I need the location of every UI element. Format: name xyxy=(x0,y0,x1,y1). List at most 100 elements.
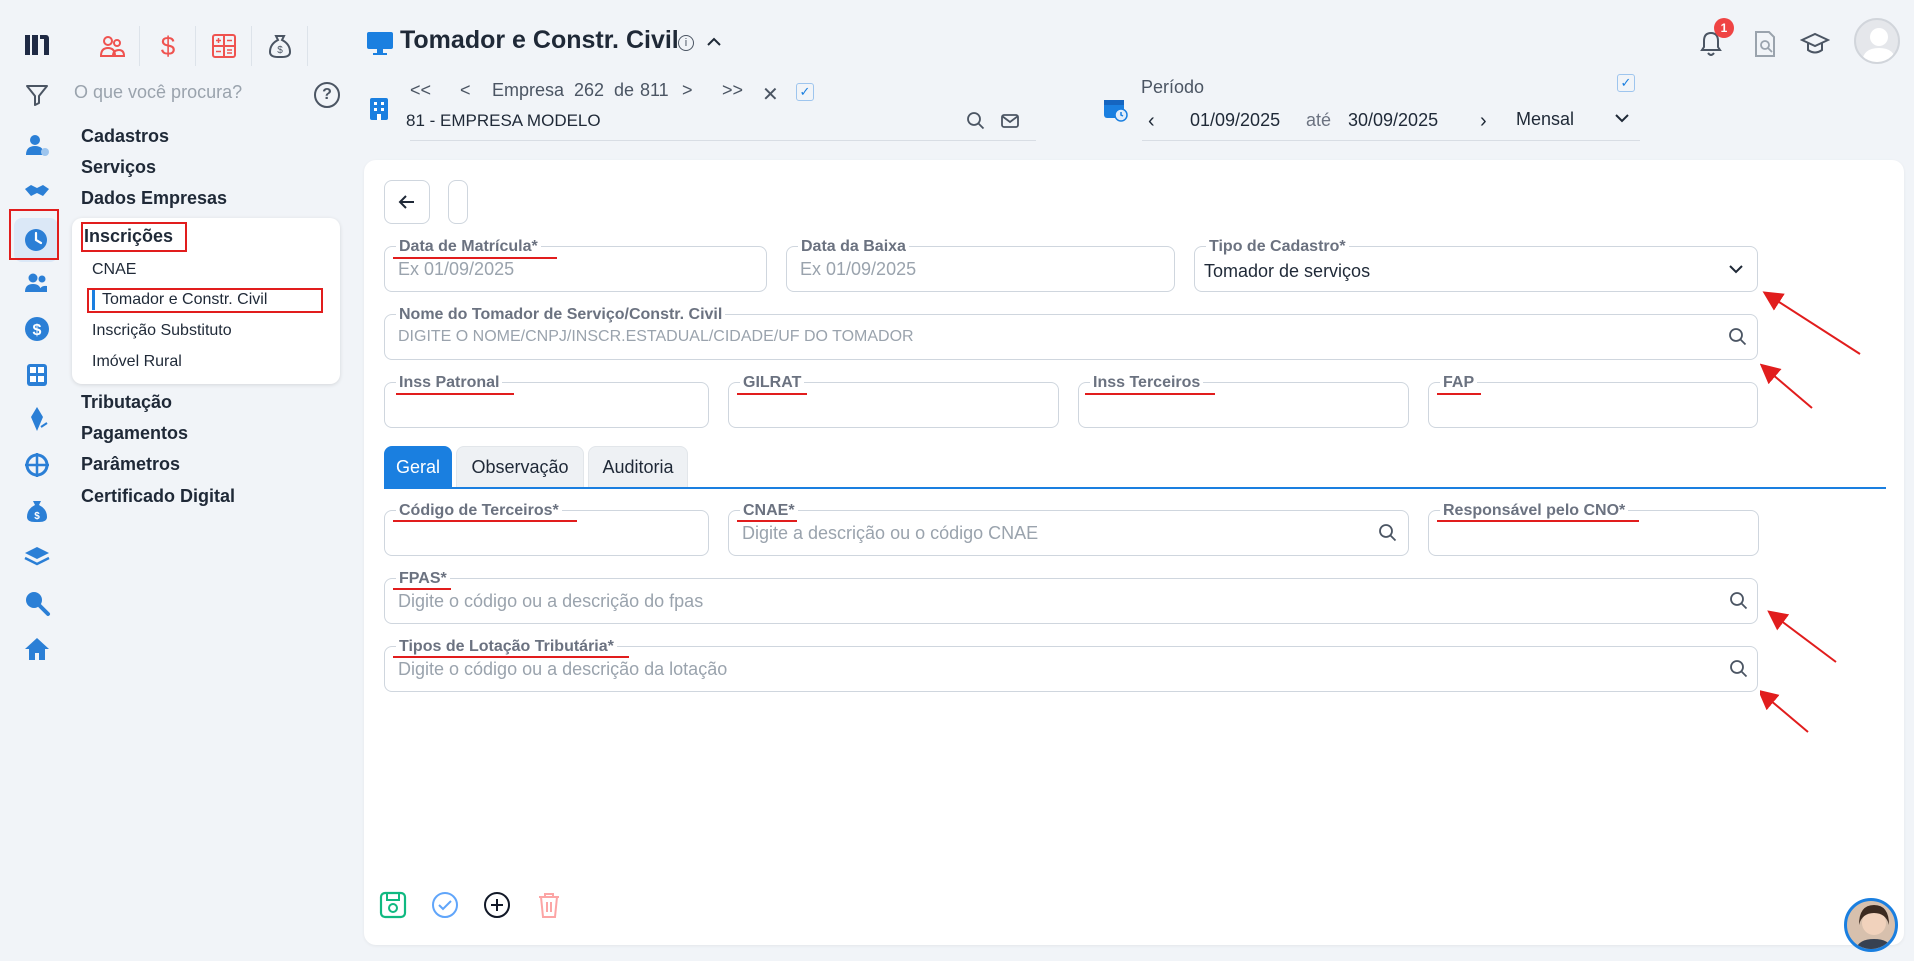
tab-underline xyxy=(384,487,1886,489)
periodo-underline xyxy=(1142,140,1640,141)
nav-prev-button[interactable]: < xyxy=(460,80,471,101)
home-icon[interactable] xyxy=(20,632,54,666)
annotation-underline xyxy=(1437,393,1481,395)
check-circle-icon xyxy=(432,892,458,918)
save-button[interactable] xyxy=(378,890,408,925)
data-baixa-input[interactable]: Ex 01/09/2025 xyxy=(800,259,916,280)
tab-geral[interactable]: Geral xyxy=(384,446,452,488)
help-icon[interactable]: ? xyxy=(314,82,340,108)
fpas-input[interactable]: Digite o código ou a descrição do fpas xyxy=(398,591,703,612)
collapse-chevron-icon[interactable] xyxy=(704,32,724,57)
data-matricula-input[interactable]: Ex 01/09/2025 xyxy=(398,259,514,280)
chevron-down-icon[interactable] xyxy=(1612,108,1632,133)
calculator-icon[interactable] xyxy=(20,358,54,392)
annotation-box-inscricoes xyxy=(81,222,187,252)
lotacao-input[interactable]: Digite o código ou a descrição da lotaçã… xyxy=(398,659,727,680)
tab-observacao[interactable]: Observação xyxy=(456,446,584,488)
inss-patronal-label: Inss Patronal xyxy=(396,374,503,392)
periodo-ate: até xyxy=(1306,110,1332,130)
company-underline xyxy=(410,140,1036,141)
fap-field[interactable] xyxy=(1428,382,1758,428)
annotation-underline xyxy=(737,520,797,522)
delete-button[interactable] xyxy=(536,890,562,925)
gear-globe-icon[interactable] xyxy=(20,448,54,482)
dollar-coin-icon[interactable]: $ xyxy=(20,312,54,346)
tab-auditoria[interactable]: Auditoria xyxy=(588,446,688,488)
submenu-item-cnae[interactable]: CNAE xyxy=(92,261,136,279)
info-icon[interactable]: i xyxy=(678,35,694,51)
nav-first-button[interactable]: << xyxy=(410,80,431,101)
menu-item-certificado-digital[interactable]: Certificado Digital xyxy=(81,486,235,507)
pen-tool-icon[interactable] xyxy=(20,402,54,436)
annotation-box-clock xyxy=(9,209,59,260)
graduation-cap-icon[interactable] xyxy=(1799,30,1831,63)
inss-terceiros-label: Inss Terceiros xyxy=(1090,374,1204,392)
menu-item-pagamentos[interactable]: Pagamentos xyxy=(81,423,188,444)
tipo-cadastro-chevron-icon[interactable] xyxy=(1726,259,1746,284)
periodo-checkbox[interactable]: ✓ xyxy=(1617,74,1635,92)
annotation-underline xyxy=(393,257,557,259)
back-button[interactable] xyxy=(384,180,430,224)
menu-item-tributacao[interactable]: Tributação xyxy=(81,392,172,413)
menu-item-servicos[interactable]: Serviços xyxy=(81,157,156,178)
calculator-grid-icon[interactable] xyxy=(196,26,252,66)
periodo-start[interactable]: 01/09/2025 xyxy=(1190,110,1280,131)
nav-last-button[interactable]: >> xyxy=(722,80,743,101)
layers-icon[interactable] xyxy=(20,540,54,574)
money-bag-outline-icon[interactable]: $ xyxy=(252,26,308,66)
company-search-icon[interactable] xyxy=(966,111,986,136)
svg-text:$: $ xyxy=(34,511,40,522)
toolbar-slot-button[interactable] xyxy=(448,180,468,224)
annotation-arrows xyxy=(1760,291,1861,733)
people-group-icon[interactable] xyxy=(84,26,140,66)
periodo-end[interactable]: 30/09/2025 xyxy=(1348,110,1438,131)
menu-item-parametros[interactable]: Parâmetros xyxy=(81,454,180,475)
add-button[interactable] xyxy=(482,890,512,925)
annotation-box-tomador xyxy=(87,288,323,313)
submenu-item-inscricao-substituto[interactable]: Inscrição Substituto xyxy=(92,322,232,340)
mail-icon[interactable] xyxy=(1000,111,1020,136)
dollar-icon[interactable]: $ xyxy=(140,26,196,66)
confirm-button[interactable] xyxy=(430,890,460,925)
user-settings-icon[interactable] xyxy=(20,128,54,162)
magnifier-icon[interactable] xyxy=(20,586,54,620)
calendar-icon xyxy=(1102,96,1128,127)
app-logo-icon[interactable] xyxy=(20,28,54,62)
menu-item-cadastros[interactable]: Cadastros xyxy=(81,126,169,147)
nome-tomador-search-icon[interactable] xyxy=(1728,327,1748,352)
building-icon xyxy=(368,96,390,127)
users-icon[interactable] xyxy=(20,266,54,300)
menu-item-dados-empresas[interactable]: Dados Empresas xyxy=(81,188,227,209)
annotation-underline xyxy=(396,393,514,395)
avatar[interactable] xyxy=(1854,18,1900,64)
arrow-1 xyxy=(1762,291,1861,355)
filter-icon[interactable] xyxy=(20,78,54,112)
data-baixa-label: Data da Baixa xyxy=(798,238,909,256)
module-shortcuts: $ $ xyxy=(84,26,308,66)
periodo-next-button[interactable]: › xyxy=(1480,110,1487,133)
tipo-cadastro-value[interactable]: Tomador de serviços xyxy=(1204,261,1370,282)
document-search-icon[interactable] xyxy=(1752,30,1778,63)
tipo-cadastro-label: Tipo de Cadastro* xyxy=(1206,238,1349,256)
fpas-label: FPAS* xyxy=(396,570,450,588)
periodo-prev-button[interactable]: ‹ xyxy=(1148,110,1155,133)
lotacao-search-icon[interactable] xyxy=(1729,659,1749,684)
annotation-underline xyxy=(1085,393,1215,395)
money-bag-icon[interactable]: $ xyxy=(20,494,54,528)
nome-tomador-input[interactable]: DIGITE O NOME/CNPJ/INSCR.ESTADUAL/CIDADE… xyxy=(398,328,914,346)
periodo-label: Período xyxy=(1141,77,1205,97)
menu-search-input[interactable]: O que você procura? xyxy=(74,82,242,103)
company-name[interactable]: 81 - EMPRESA MODELO xyxy=(406,111,601,131)
assistant-avatar[interactable] xyxy=(1844,898,1898,952)
annotation-underline xyxy=(393,520,577,522)
empresa-checkbox[interactable]: ✓ xyxy=(796,83,814,101)
nav-next-button[interactable]: > xyxy=(682,80,693,101)
empresa-label: Empresa xyxy=(492,80,565,100)
handshake-icon[interactable] xyxy=(20,174,54,208)
cnae-search-icon[interactable] xyxy=(1378,523,1398,548)
fpas-search-icon[interactable] xyxy=(1729,591,1749,616)
close-icon[interactable]: ✕ xyxy=(762,82,779,107)
submenu-item-imovel-rural[interactable]: Imóvel Rural xyxy=(92,353,182,371)
cnae-input[interactable]: Digite a descrição ou o código CNAE xyxy=(742,523,1038,544)
periodo-type-select[interactable]: Mensal xyxy=(1516,109,1574,130)
